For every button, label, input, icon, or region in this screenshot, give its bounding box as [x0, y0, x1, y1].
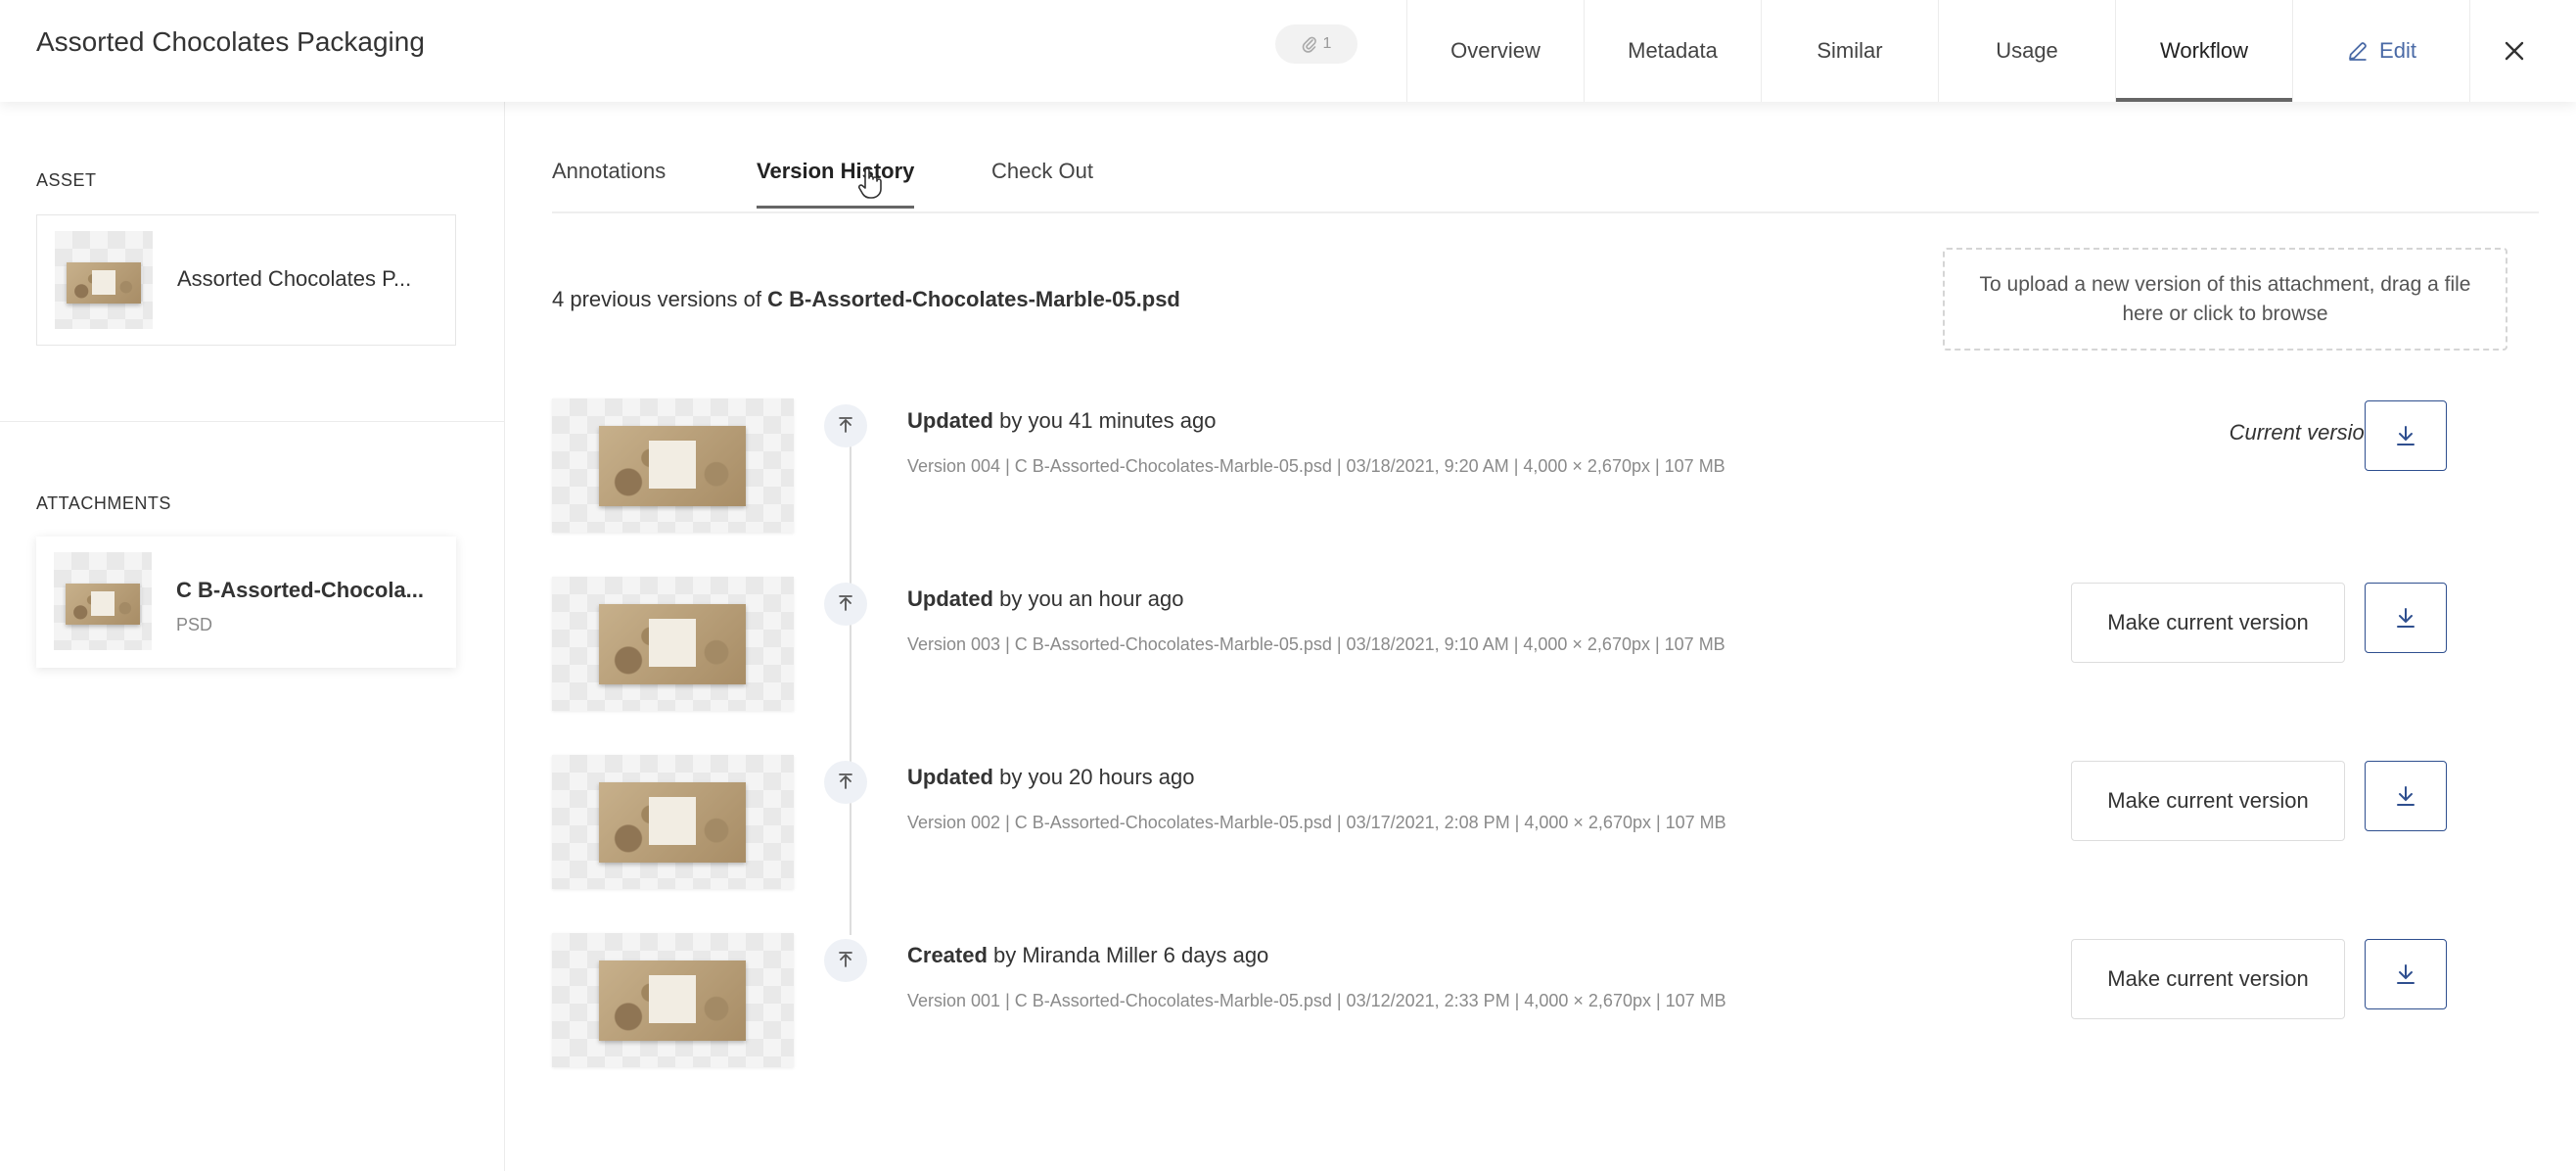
download-icon: [2397, 786, 2415, 806]
version-author: by you an hour ago: [999, 586, 1184, 611]
attachment-type: PSD: [176, 615, 213, 634]
attachment-name: C B-Assorted-Chocola...: [176, 578, 425, 602]
asset-section-label: ASSET: [36, 170, 97, 190]
edit-label: Edit: [2379, 38, 2416, 63]
tab-overview[interactable]: Overview: [1406, 0, 1584, 102]
subtab-check-out[interactable]: Check Out: [991, 159, 1093, 206]
attachment-count: 1: [1322, 35, 1332, 52]
version-row: Updated by you 41 minutes ago Version 00…: [552, 398, 2509, 536]
version-action: Updated: [907, 408, 993, 433]
asset-card[interactable]: Assorted Chocolates P...: [36, 214, 456, 346]
download-icon: [2397, 964, 2415, 984]
paperclip-icon: [1302, 36, 1316, 53]
tab-overview-label: Overview: [1450, 38, 1541, 63]
close-button[interactable]: [2469, 0, 2557, 102]
upload-arrow-icon: [824, 761, 867, 804]
version-thumbnail: [552, 933, 794, 1067]
attachment-thumbnail: [54, 552, 152, 650]
sub-tabs: Annotations Version History Check Out: [552, 147, 2539, 213]
version-thumbnail: [552, 577, 794, 711]
subtab-version-history[interactable]: Version History: [757, 159, 915, 209]
attachment-card[interactable]: C B-Assorted-Chocola... PSD: [36, 537, 456, 668]
version-thumbnail: [552, 755, 794, 889]
upload-dropzone[interactable]: To upload a new version of this attachme…: [1943, 248, 2507, 351]
attachments-section-label: ATTACHMENTS: [36, 493, 171, 513]
sidebar-divider: [0, 421, 505, 422]
attachment-count-badge[interactable]: 1: [1275, 24, 1357, 64]
version-action: Updated: [907, 765, 993, 789]
upload-arrow-icon: [824, 583, 867, 626]
version-meta: Version 001 | C B-Assorted-Chocolates-Ma…: [907, 991, 1726, 1010]
version-row: Updated by you 20 hours ago Version 002 …: [552, 755, 2509, 892]
version-meta: Version 002 | C B-Assorted-Chocolates-Ma…: [907, 813, 1726, 832]
tab-similar-label: Similar: [1817, 38, 1883, 63]
tab-metadata[interactable]: Metadata: [1584, 0, 1761, 102]
sidebar: ASSET Assorted Chocolates P... ATTACHMEN…: [0, 102, 505, 1171]
tab-usage-label: Usage: [1996, 38, 2058, 63]
asset-name: Assorted Chocolates P...: [177, 266, 412, 291]
make-current-version-button[interactable]: Make current version: [2071, 583, 2345, 663]
version-author: by you 41 minutes ago: [999, 408, 1217, 433]
upload-arrow-icon: [824, 939, 867, 982]
asset-thumbnail: [55, 231, 153, 329]
nav-tabs: Overview Metadata Similar Usage Workflow…: [1406, 0, 2557, 102]
download-icon: [2397, 426, 2415, 445]
version-thumbnail: [552, 398, 794, 533]
version-author: by Miranda Miller 6 days ago: [993, 943, 1269, 967]
upload-arrow-icon: [824, 404, 867, 447]
pencil-icon: [2349, 42, 2367, 61]
version-row: Created by Miranda Miller 6 days ago Ver…: [552, 933, 2509, 1070]
close-icon: [2505, 41, 2523, 61]
version-action: Created: [907, 943, 988, 967]
previous-versions-file: C B-Assorted-Chocolates-Marble-05.psd: [767, 287, 1180, 311]
tab-metadata-label: Metadata: [1628, 38, 1718, 63]
previous-versions-prefix: 4 previous versions of: [552, 287, 761, 311]
tab-similar[interactable]: Similar: [1761, 0, 1938, 102]
hand-cursor-icon: [857, 167, 882, 199]
header: Assorted Chocolates Packaging 1 Overview…: [0, 0, 2576, 102]
version-title: Updated by you 20 hours ago: [907, 765, 1195, 790]
download-button[interactable]: [2365, 939, 2447, 1009]
make-current-version-button[interactable]: Make current version: [2071, 761, 2345, 841]
tab-workflow[interactable]: Workflow: [2115, 0, 2292, 102]
download-button[interactable]: [2365, 761, 2447, 831]
tab-usage[interactable]: Usage: [1938, 0, 2115, 102]
version-author: by you 20 hours ago: [999, 765, 1195, 789]
version-meta: Version 003 | C B-Assorted-Chocolates-Ma…: [907, 634, 1725, 654]
download-icon: [2397, 608, 2415, 628]
previous-versions-summary: 4 previous versions of C B-Assorted-Choc…: [552, 287, 1180, 312]
page-title: Assorted Chocolates Packaging: [36, 26, 425, 57]
edit-button[interactable]: Edit: [2292, 0, 2469, 102]
version-row: Updated by you an hour ago Version 003 |…: [552, 577, 2509, 714]
version-title: Updated by you 41 minutes ago: [907, 408, 1217, 434]
current-version-label: Current version: [2229, 420, 2376, 445]
version-meta: Version 004 | C B-Assorted-Chocolates-Ma…: [907, 456, 1725, 476]
subtab-annotations[interactable]: Annotations: [552, 159, 666, 206]
upload-hint: To upload a new version of this attachme…: [1979, 272, 2471, 325]
version-action: Updated: [907, 586, 993, 611]
download-button[interactable]: [2365, 583, 2447, 653]
version-title: Created by Miranda Miller 6 days ago: [907, 943, 1268, 968]
tab-workflow-label: Workflow: [2159, 38, 2249, 63]
version-title: Updated by you an hour ago: [907, 586, 1184, 612]
download-button[interactable]: [2365, 400, 2447, 471]
make-current-version-button[interactable]: Make current version: [2071, 939, 2345, 1019]
